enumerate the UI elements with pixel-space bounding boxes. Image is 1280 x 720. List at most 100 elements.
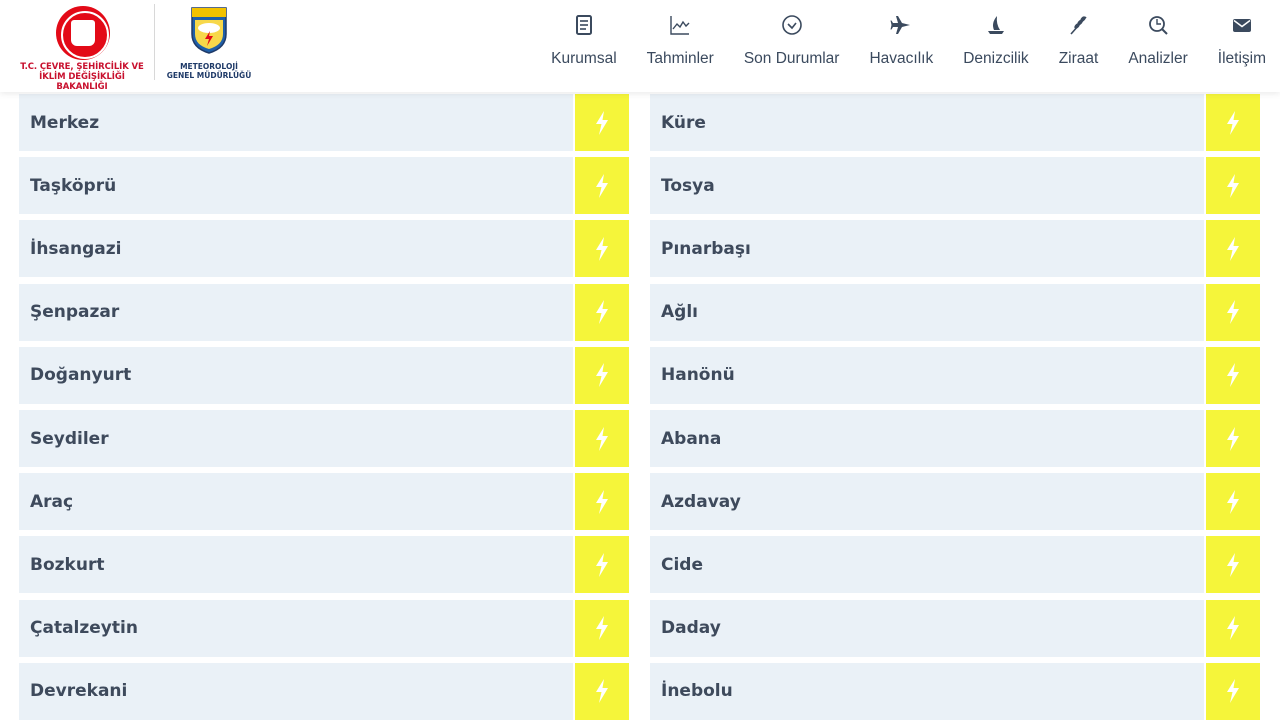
district-row-tosya[interactable]: Tosya [650, 157, 1260, 215]
lightning-warning-button[interactable] [1206, 157, 1260, 215]
lightning-icon [596, 173, 608, 198]
meteoroloji-logo-text: METEOROLOJİ GENEL MÜDÜRLÜĞÜ [166, 62, 252, 80]
lightning-icon [1227, 300, 1239, 325]
district-name[interactable]: Merkez [19, 94, 573, 151]
nav-item-son-durumlar[interactable]: Son Durumlar [743, 12, 840, 76]
lightning-warning-button[interactable] [1206, 599, 1260, 657]
district-row-pınarbaşı[interactable]: Pınarbaşı [650, 220, 1260, 278]
district-name[interactable]: Devrekani [19, 662, 573, 720]
lightning-warning-button[interactable] [575, 410, 629, 467]
lightning-icon [596, 552, 608, 577]
lightning-icon [596, 363, 608, 388]
lightning-warning-button[interactable] [575, 662, 629, 720]
lightning-icon [1227, 489, 1239, 514]
nav-item-ziraat[interactable]: Ziraat [1058, 12, 1099, 76]
lightning-warning-button[interactable] [1206, 473, 1260, 531]
district-row-bozkurt[interactable]: Bozkurt [19, 536, 629, 594]
lightning-warning-button[interactable] [1206, 536, 1260, 594]
district-name[interactable]: Daday [650, 599, 1204, 657]
lightning-warning-button[interactable] [575, 220, 629, 278]
ministry-seal-icon [56, 6, 110, 60]
district-name[interactable]: Cide [650, 536, 1204, 594]
nav-label: Analizler [1128, 50, 1188, 67]
district-row-hanönü[interactable]: Hanönü [650, 346, 1260, 404]
nav-item-denizcilik[interactable]: Denizcilik [963, 12, 1029, 76]
district-row-abana[interactable]: Abana [650, 410, 1260, 467]
lightning-warning-button[interactable] [575, 283, 629, 341]
district-row-azdavay[interactable]: Azdavay [650, 473, 1260, 531]
district-row-taşköprü[interactable]: Taşköprü [19, 157, 629, 215]
district-row-küre[interactable]: Küre [650, 94, 1260, 151]
district-name[interactable]: Tosya [650, 157, 1204, 215]
nav-item-analizler[interactable]: Analizler [1128, 12, 1188, 76]
nav-item-havacilik[interactable]: Havacılık [869, 12, 933, 76]
meteoroloji-shield-icon [191, 7, 227, 54]
lightning-warning-button[interactable] [575, 599, 629, 657]
district-name[interactable]: Seydiler [19, 410, 573, 467]
district-name[interactable]: İnebolu [650, 662, 1204, 720]
envelope-icon [1229, 12, 1255, 38]
lightning-warning-button[interactable] [575, 346, 629, 404]
district-name[interactable]: Çatalzeytin [19, 599, 573, 657]
lightning-warning-button[interactable] [1206, 220, 1260, 278]
district-name[interactable]: Pınarbaşı [650, 220, 1204, 278]
main-nav: Kurumsal Tahminler Son Durumlar Havacılı… [551, 12, 1266, 76]
lightning-icon [1227, 363, 1239, 388]
district-row-çatalzeytin[interactable]: Çatalzeytin [19, 599, 629, 657]
logo-divider [154, 4, 155, 80]
district-name[interactable]: Abana [650, 410, 1204, 467]
lightning-icon [596, 236, 608, 261]
district-row-devrekani[interactable]: Devrekani [19, 662, 629, 720]
lightning-warning-button[interactable] [1206, 283, 1260, 341]
analysis-icon [1145, 12, 1171, 38]
nav-label: Kurumsal [551, 50, 617, 67]
district-name[interactable]: Azdavay [650, 473, 1204, 531]
chart-icon [667, 12, 693, 38]
district-row-cide[interactable]: Cide [650, 536, 1260, 594]
nav-item-tahminler[interactable]: Tahminler [647, 12, 714, 76]
lightning-warning-button[interactable] [575, 536, 629, 594]
lightning-warning-button[interactable] [1206, 410, 1260, 467]
district-name[interactable]: Küre [650, 94, 1204, 151]
nav-label: Ziraat [1058, 50, 1099, 67]
district-row-doğanyurt[interactable]: Doğanyurt [19, 346, 629, 404]
district-row-i̇hsangazi[interactable]: İhsangazi [19, 220, 629, 278]
lightning-warning-button[interactable] [1206, 94, 1260, 151]
site-header: T.C. ÇEVRE, ŞEHİRCİLİK VE İKLİM DEĞİŞİKL… [0, 0, 1280, 92]
district-name[interactable]: Doğanyurt [19, 346, 573, 404]
nav-item-kurumsal[interactable]: Kurumsal [551, 12, 617, 76]
lightning-warning-button[interactable] [1206, 662, 1260, 720]
lightning-icon [1227, 110, 1239, 135]
wheat-icon [1066, 12, 1092, 38]
district-name[interactable]: Ağlı [650, 283, 1204, 341]
nav-label: Denizcilik [963, 50, 1029, 67]
district-row-araç[interactable]: Araç [19, 473, 629, 531]
check-circle-icon [779, 12, 805, 38]
district-row-şenpazar[interactable]: Şenpazar [19, 283, 629, 341]
lightning-icon [596, 679, 608, 704]
meteoroloji-logo[interactable]: METEOROLOJİ GENEL MÜDÜRLÜĞÜ [166, 6, 256, 86]
lightning-warning-button[interactable] [575, 94, 629, 151]
district-name[interactable]: Bozkurt [19, 536, 573, 594]
nav-label: Son Durumlar [743, 50, 840, 67]
lightning-icon [1227, 426, 1239, 451]
district-row-merkez[interactable]: Merkez [19, 94, 629, 151]
lightning-warning-button[interactable] [1206, 346, 1260, 404]
district-row-ağlı[interactable]: Ağlı [650, 283, 1260, 341]
lightning-warning-button[interactable] [575, 157, 629, 215]
district-name[interactable]: Şenpazar [19, 283, 573, 341]
district-row-seydiler[interactable]: Seydiler [19, 410, 629, 467]
ministry-logo[interactable]: T.C. ÇEVRE, ŞEHİRCİLİK VE İKLİM DEĞİŞİKL… [16, 4, 146, 92]
airplane-icon [888, 12, 914, 38]
district-name[interactable]: Hanönü [650, 346, 1204, 404]
lightning-icon [596, 426, 608, 451]
district-name[interactable]: Taşköprü [19, 157, 573, 215]
district-name[interactable]: İhsangazi [19, 220, 573, 278]
nav-label: İletişim [1217, 50, 1266, 67]
nav-item-iletisim[interactable]: İletişim [1218, 12, 1266, 76]
district-row-daday[interactable]: Daday [650, 599, 1260, 657]
district-name[interactable]: Araç [19, 473, 573, 531]
district-row-i̇nebolu[interactable]: İnebolu [650, 662, 1260, 720]
nav-label: Tahminler [646, 50, 714, 67]
lightning-warning-button[interactable] [575, 473, 629, 531]
